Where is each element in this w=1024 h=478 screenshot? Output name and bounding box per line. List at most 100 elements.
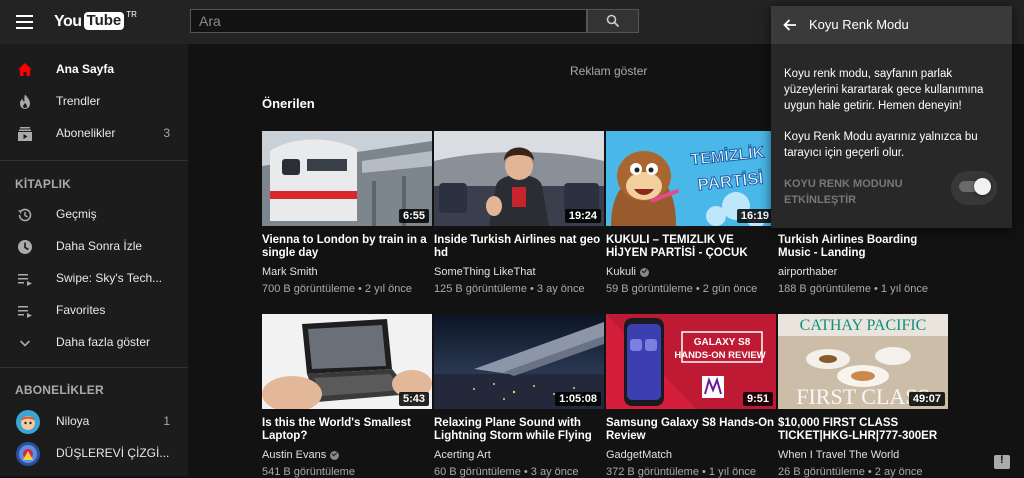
thumb-text: CATHAY PACIFIC	[800, 317, 927, 334]
dark-mode-toggle[interactable]	[959, 178, 991, 195]
sidebar-item-show-more[interactable]: Daha fazla göster	[0, 327, 188, 359]
video-title[interactable]: Vienna to London by train in a single da…	[262, 234, 432, 260]
video-duration: 1:05:08	[555, 392, 601, 406]
subscriptions-icon	[18, 127, 32, 141]
video-title[interactable]: Inside Turkish Airlines nat geo hd	[434, 234, 604, 260]
channel-name[interactable]: Mark Smith	[262, 266, 432, 278]
logo-you: You	[54, 13, 82, 30]
channel-name[interactable]: Austin Evans	[262, 449, 432, 461]
video-duration: 16:19	[736, 209, 773, 223]
toggle-knob	[974, 178, 991, 195]
video-card[interactable]: 6:55 Vienna to London by train in a sing…	[262, 131, 432, 295]
hamburger-menu-icon[interactable]	[16, 15, 33, 29]
channel-name[interactable]: Acerting Art	[434, 449, 604, 461]
search-icon	[606, 14, 620, 28]
dark-mode-panel-title: Koyu Renk Modu	[809, 17, 909, 32]
sidebar-item-label: Ana Sayfa	[56, 62, 115, 76]
avatar	[16, 442, 40, 466]
channel-name-text: Acerting Art	[434, 449, 491, 461]
video-title[interactable]: Samsung Galaxy S8 Hands-On Review	[606, 417, 776, 443]
sidebar-item-history[interactable]: Geçmiş	[0, 199, 188, 231]
channel-name-text: GadgetMatch	[606, 449, 673, 461]
video-meta: 188 B görüntüleme • 1 yıl önce	[778, 283, 928, 295]
subscriptions-count: 3	[163, 126, 170, 140]
show-ad-link[interactable]: Reklam göster	[570, 64, 647, 78]
video-card[interactable]: 19:24 Inside Turkish Airlines nat geo hd…	[434, 131, 604, 295]
video-thumbnail[interactable]: TEMİZLİK PARTİSİ 16:19	[606, 131, 776, 226]
sidebar-item-trending[interactable]: Trendler	[0, 86, 188, 118]
video-title[interactable]: Relaxing Plane Sound with Lightning Stor…	[434, 417, 604, 443]
video-card[interactable]: CATHAY PACIFIC FIRST CLASS 49:07 $10,000…	[778, 314, 948, 478]
video-duration: 19:24	[564, 209, 601, 223]
playlist-icon	[18, 274, 32, 286]
library-section-title: KİTAPLIK	[15, 177, 72, 191]
video-duration: 6:55	[398, 209, 429, 223]
video-duration: 49:07	[908, 392, 945, 406]
video-duration: 5:43	[398, 392, 429, 406]
channel-name[interactable]: GadgetMatch	[606, 449, 776, 461]
sidebar-item-label: Daha Sonra İzle	[56, 239, 143, 253]
video-thumbnail[interactable]: GALAXY S8 HANDS-ON REVIEW 9:51	[606, 314, 776, 409]
video-meta: 700 B görüntüleme • 2 yıl önce	[262, 283, 412, 295]
video-thumbnail[interactable]: 5:43	[262, 314, 432, 409]
thumb-text: HANDS-ON REVIEW	[674, 350, 765, 361]
search-button[interactable]	[587, 9, 639, 33]
sidebar-item-home[interactable]: Ana Sayfa	[0, 54, 188, 86]
sidebar-item-channel-duslerevi[interactable]: DÜŞLEREVİ ÇİZGİ...	[0, 438, 188, 470]
subscriptions-section-title: ABONELİKLER	[15, 383, 104, 397]
channel-name[interactable]: SomeThing LikeThat	[434, 266, 604, 278]
video-thumbnail[interactable]: 1:05:08	[434, 314, 604, 409]
channel-new-count: 1	[163, 414, 170, 428]
youtube-logo[interactable]: You Tube TR	[54, 10, 137, 32]
logo-region: TR	[126, 10, 137, 19]
clock-icon	[18, 240, 32, 254]
dark-mode-description: Koyu renk modu, sayfanın parlak yüzeyler…	[784, 68, 984, 112]
channel-name-text: SomeThing LikeThat	[434, 266, 536, 278]
channel-name-text: When I Travel The World	[778, 449, 900, 461]
video-title[interactable]: Turkish Airlines Boarding Music - Landin…	[778, 234, 948, 260]
sidebar-item-subscriptions[interactable]: Abonelikler 3	[0, 118, 188, 150]
sidebar-item-label: Geçmiş	[56, 207, 97, 221]
video-card[interactable]: GALAXY S8 HANDS-ON REVIEW 9:51 Samsung G…	[606, 314, 776, 478]
video-card[interactable]: 5:43 Is this the World's Smallest Laptop…	[262, 314, 432, 478]
flame-icon	[20, 94, 30, 109]
history-icon	[18, 208, 32, 222]
sidebar-item-label: Swipe: Sky's Tech...	[56, 271, 163, 285]
video-title[interactable]: Is this the World's Smallest Laptop?	[262, 417, 432, 443]
channel-name-text: Kukuli	[606, 266, 636, 278]
sidebar-item-favorites[interactable]: Favorites	[0, 295, 188, 327]
video-duration: 9:51	[742, 392, 773, 406]
avatar	[16, 410, 40, 434]
video-card[interactable]: TEMİZLİK PARTİSİ 16:19 KUKULİ – TEMİZLİK…	[606, 131, 776, 295]
dark-mode-panel-header: Koyu Renk Modu	[771, 6, 1012, 44]
video-card[interactable]: 1:05:08 Relaxing Plane Sound with Lightn…	[434, 314, 604, 478]
verified-icon	[639, 267, 649, 277]
feedback-icon[interactable]	[994, 454, 1010, 469]
sidebar-item-playlist-swipe[interactable]: Swipe: Sky's Tech...	[0, 263, 188, 295]
search-input[interactable]	[190, 9, 587, 33]
back-arrow-icon[interactable]	[782, 17, 798, 33]
video-meta: 26 B görüntüleme • 2 ay önce	[778, 466, 923, 478]
sidebar-item-channel-niloya[interactable]: Niloya 1	[0, 406, 188, 438]
video-thumbnail[interactable]: 6:55	[262, 131, 432, 226]
video-meta: 59 B görüntüleme • 2 gün önce	[606, 283, 758, 295]
sidebar-item-label: DÜŞLEREVİ ÇİZGİ...	[56, 446, 170, 460]
verified-icon	[330, 450, 340, 460]
home-icon	[18, 63, 32, 76]
sidebar-divider	[0, 160, 188, 161]
channel-name[interactable]: When I Travel The World	[778, 449, 948, 461]
video-meta: 125 B görüntüleme • 3 ay önce	[434, 283, 585, 295]
video-thumbnail[interactable]: 19:24	[434, 131, 604, 226]
chevron-down-icon	[19, 340, 31, 347]
sidebar-item-label: Abonelikler	[56, 126, 116, 140]
channel-name-text: airporthaber	[778, 266, 838, 278]
recommended-heading: Önerilen	[262, 96, 315, 111]
channel-name[interactable]: airporthaber	[778, 266, 948, 278]
video-thumbnail[interactable]: CATHAY PACIFIC FIRST CLASS 49:07	[778, 314, 948, 409]
sidebar-item-label: Trendler	[56, 94, 101, 108]
channel-name[interactable]: Kukuli	[606, 266, 776, 278]
sidebar-item-label: Daha fazla göster	[56, 335, 151, 349]
video-title[interactable]: $10,000 FIRST CLASS TICKET|HKG-LHR|777-3…	[778, 417, 948, 443]
video-title[interactable]: KUKULİ – TEMİZLİK VE HİJYEN PARTİSİ - ÇO…	[606, 234, 776, 260]
sidebar-item-watch-later[interactable]: Daha Sonra İzle	[0, 231, 188, 263]
